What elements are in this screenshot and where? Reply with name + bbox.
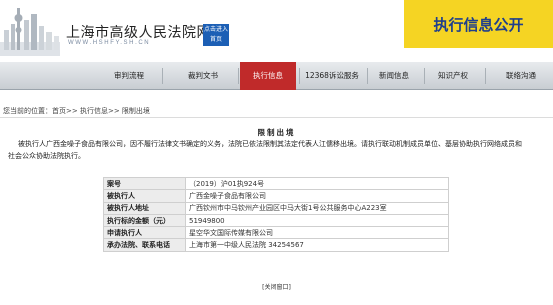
nav-divider — [162, 68, 163, 84]
table-row: 执行标的金额（元） 51949800 — [103, 213, 449, 228]
section-banner: 执行信息公开 — [404, 0, 553, 48]
row-value: 广西金噪子食品有限公司 — [185, 189, 449, 203]
nav-item-contact[interactable]: 联络沟通 — [493, 62, 549, 90]
nav-item-ip[interactable]: 知识产权 — [428, 62, 478, 90]
nav-divider — [367, 68, 368, 84]
row-value: （2019）沪01执924号 — [185, 176, 449, 191]
row-label: 案号 — [103, 176, 186, 191]
breadcrumb[interactable]: 您当前的位置：首页>> 执行信息>> 限制出境 — [3, 106, 150, 116]
row-label: 被执行人地址 — [103, 201, 186, 215]
close-window-link[interactable]: [关闭窗口] — [0, 282, 553, 291]
page-title: 限制出境 — [257, 128, 296, 137]
nav-item-litigation-service[interactable]: 12368诉讼服务 — [300, 62, 364, 90]
table-row: 申请执行人 星空华文国际传媒有限公司 — [103, 226, 449, 240]
nav-divider — [238, 68, 239, 84]
site-logo-domain: WWW.HSHFY.SH.CN — [68, 40, 151, 46]
nav-item-news[interactable]: 新闻信息 — [370, 62, 418, 90]
row-label: 执行标的金额（元） — [103, 213, 186, 228]
table-row: 被执行人 广西金噪子食品有限公司 — [103, 189, 449, 203]
breadcrumb-bar: 您当前的位置：首页>> 执行信息>> 限制出境 — [0, 105, 553, 118]
table-row: 被执行人地址 广西钦州市中马钦州产业园区中马大街1号公共服务中心A223室 — [103, 201, 449, 215]
site-logo-title[interactable]: 上海市高级人民法院网 — [66, 22, 211, 42]
nav-divider — [424, 68, 425, 84]
nav-item-trial-process[interactable]: 审判流程 — [100, 62, 158, 90]
case-info-table: 案号 （2019）沪01执924号 被执行人 广西金噪子食品有限公司 被执行人地… — [103, 176, 449, 252]
row-value: 51949800 — [185, 213, 449, 228]
row-value: 广西钦州市中马钦州产业园区中马大街1号公共服务中心A223室 — [185, 201, 449, 215]
row-label: 承办法院、联系电话 — [103, 238, 186, 252]
table-row: 承办法院、联系电话 上海市第一中级人民法院 34254567 — [103, 238, 449, 252]
notice-text: 被执行人广西金噪子食品有限公司，因不履行法律文书确定的义务，法院已依法限制其法定… — [8, 140, 522, 160]
enter-homepage-button[interactable]: 点击进入首页 — [203, 24, 229, 46]
table-row: 案号 （2019）沪01执924号 — [103, 176, 449, 191]
banner-title: 执行信息公开 — [433, 16, 524, 34]
site-header: 上海市高级人民法院网 WWW.HSHFY.SH.CN 点击进入首页 执行信息公开 — [0, 0, 553, 62]
nav-divider — [485, 68, 486, 84]
nav-item-judgments[interactable]: 裁判文书 — [172, 62, 234, 90]
main-nav: 审判流程 裁判文书 执行信息 12368诉讼服务 新闻信息 知识产权 联络沟通 — [0, 62, 553, 90]
row-value: 星空华文国际传媒有限公司 — [185, 226, 449, 240]
row-label: 被执行人 — [103, 189, 186, 203]
row-label: 申请执行人 — [103, 226, 186, 240]
nav-item-enforcement-info[interactable]: 执行信息 — [240, 62, 296, 90]
row-value: 上海市第一中级人民法院 34254567 — [185, 238, 449, 252]
